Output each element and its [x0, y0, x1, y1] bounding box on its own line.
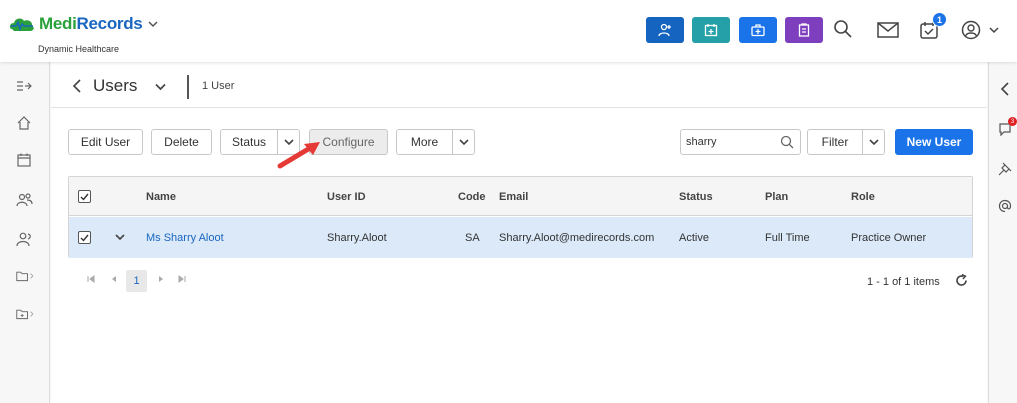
next-page-icon[interactable] [157, 275, 165, 283]
add-patient-icon [658, 23, 671, 37]
pin-icon[interactable] [998, 162, 1012, 176]
table-header: Name User ID Code Email Status Plan Role [69, 177, 972, 216]
top-header: MediRecords Dynamic Healthcare 1 [0, 0, 1017, 62]
column-header-role[interactable]: Role [851, 191, 875, 203]
user-id-cell: Sharry.Aloot [327, 232, 387, 244]
column-header-email[interactable]: Email [499, 191, 528, 203]
at-icon[interactable] [998, 199, 1012, 213]
medical-kit-icon [751, 24, 765, 37]
current-page[interactable]: 1 [126, 270, 147, 292]
calendar-icon[interactable] [16, 152, 36, 168]
search-icon[interactable] [780, 135, 794, 149]
chevron-down-icon [989, 27, 999, 34]
users-icon[interactable] [16, 231, 36, 247]
folder-icon[interactable] [16, 268, 36, 284]
left-sidebar [0, 62, 50, 403]
chevron-down-icon [868, 138, 879, 145]
more-button[interactable]: More [396, 129, 453, 155]
column-header-code[interactable]: Code [458, 191, 486, 203]
tasks-badge: 1 [932, 12, 947, 27]
add-task-button[interactable] [785, 17, 823, 43]
logo-text-records: Records [76, 14, 143, 33]
chevron-down-icon[interactable] [148, 19, 158, 29]
annotation-arrow [277, 142, 320, 169]
collapse-icon[interactable] [998, 82, 1012, 96]
delete-button[interactable]: Delete [151, 129, 212, 155]
column-header-status[interactable]: Status [679, 191, 713, 203]
chat-badge: 3 [1008, 117, 1017, 126]
users-table: Name User ID Code Email Status Plan Role… [68, 176, 973, 258]
previous-page-icon[interactable] [110, 275, 118, 283]
page-header: Users 1 User [51, 62, 987, 108]
expand-row-icon[interactable] [115, 234, 125, 241]
user-status-cell: Active [679, 232, 709, 244]
new-user-button[interactable]: New User [895, 129, 973, 155]
select-all-checkbox[interactable] [78, 190, 91, 203]
column-header-plan[interactable]: Plan [765, 191, 788, 203]
filter-button[interactable]: Filter [807, 129, 863, 155]
column-header-name[interactable]: Name [146, 191, 176, 203]
right-sidebar: 3 [988, 62, 1017, 403]
logo-text: MediRecords [39, 14, 143, 34]
chevron-down-icon [458, 138, 469, 145]
page-title: Users [93, 76, 138, 95]
user-account-icon[interactable] [961, 20, 999, 40]
status-button[interactable]: Status [220, 129, 278, 155]
last-page-icon[interactable] [178, 275, 186, 283]
user-code-cell: SA [465, 232, 480, 244]
user-name-link[interactable]: Ms Sharry Aloot [146, 232, 224, 244]
mail-icon[interactable] [877, 22, 899, 38]
filter-dropdown-button[interactable] [862, 129, 885, 155]
folder-plus-icon[interactable] [16, 306, 36, 322]
pager-info: 1 - 1 of 1 items [867, 276, 940, 288]
add-patient-button[interactable] [646, 17, 684, 43]
user-role-cell: Practice Owner [851, 232, 927, 244]
logo-subtitle: Dynamic Healthcare [38, 44, 120, 54]
edit-user-button[interactable]: Edit User [68, 129, 143, 155]
more-dropdown-button[interactable] [452, 129, 475, 155]
table-row[interactable]: Ms Sharry Aloot Sharry.Aloot SA Sharry.A… [69, 217, 972, 258]
row-checkbox[interactable] [78, 231, 91, 244]
patients-icon[interactable] [16, 192, 36, 208]
clipboard-icon [798, 23, 810, 37]
back-icon[interactable] [72, 79, 82, 93]
logo-text-medi: Medi [39, 14, 77, 33]
add-appointment-button[interactable] [692, 17, 730, 43]
search-box[interactable] [680, 129, 801, 155]
search-input[interactable] [681, 130, 776, 154]
user-count: 1 User [202, 80, 235, 92]
user-email-cell: Sharry.Aloot@medirecords.com [499, 232, 655, 244]
main-content: Users 1 User Edit User Delete Status Con… [51, 62, 987, 403]
app-logo[interactable]: MediRecords [8, 14, 158, 34]
chevron-down-icon[interactable] [155, 83, 166, 91]
calendar-plus-icon [704, 24, 718, 37]
column-header-user-id[interactable]: User ID [327, 191, 366, 203]
add-medical-button[interactable] [739, 17, 777, 43]
search-icon[interactable] [833, 19, 853, 39]
user-plan-cell: Full Time [765, 232, 810, 244]
title-divider [187, 75, 189, 99]
logo-mark-icon [9, 18, 34, 32]
refresh-icon[interactable] [955, 274, 968, 287]
home-icon[interactable] [16, 115, 36, 131]
first-page-icon[interactable] [87, 275, 95, 283]
expand-menu-icon[interactable] [16, 78, 36, 94]
